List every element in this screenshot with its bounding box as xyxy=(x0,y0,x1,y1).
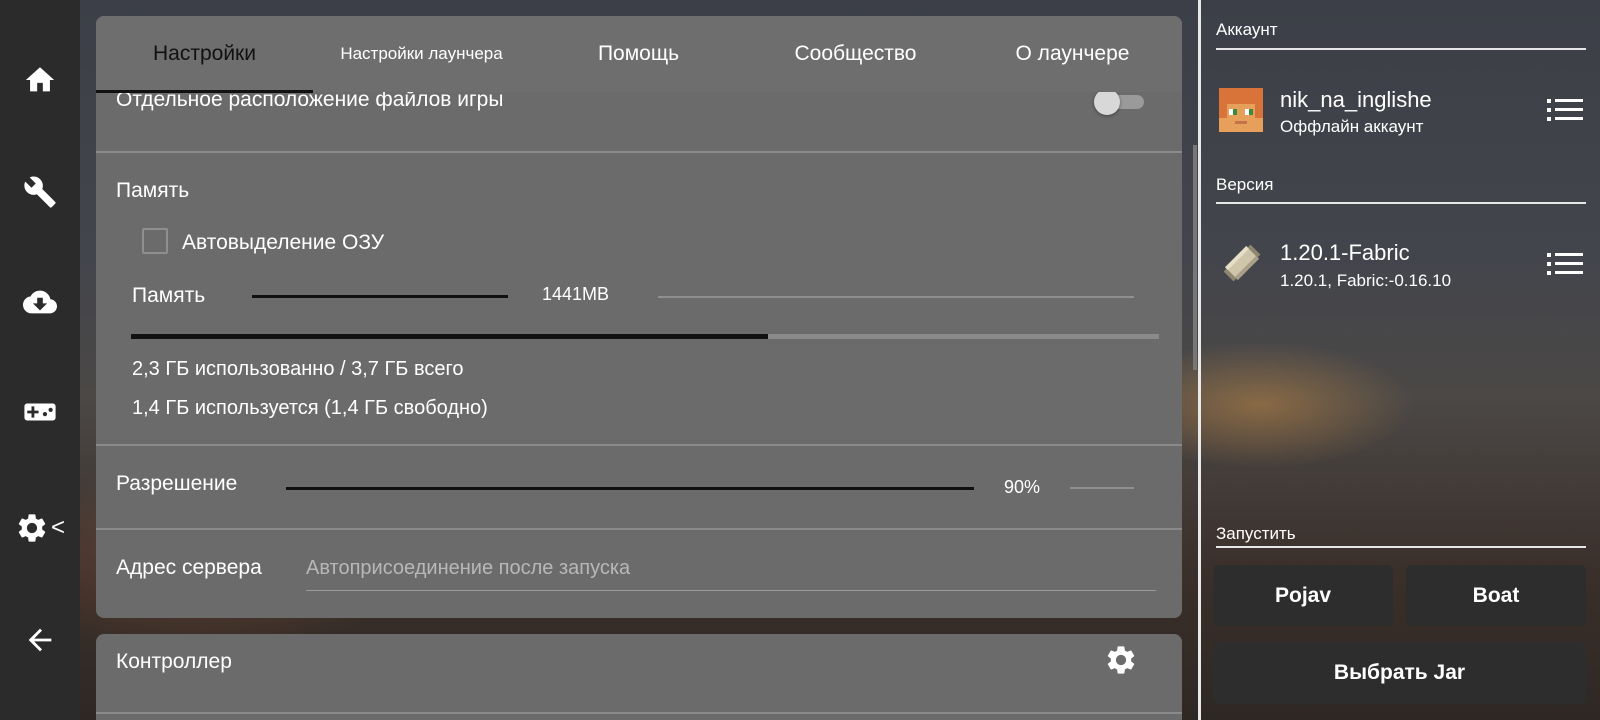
gear-icon xyxy=(1107,646,1135,674)
memory-value: 1441MB xyxy=(542,284,610,304)
active-indicator: < xyxy=(50,514,65,541)
side-nav: < xyxy=(0,0,80,720)
account-avatar xyxy=(1219,88,1263,132)
controller-label: Контроллер xyxy=(116,650,232,673)
select-jar-button[interactable]: Выбрать Jar xyxy=(1213,642,1586,704)
settings-scrollbar[interactable] xyxy=(1193,145,1197,370)
resolution-slider-track[interactable] xyxy=(1070,487,1134,489)
memory-usage-bar xyxy=(131,334,1159,339)
boat-button[interactable]: Boat xyxy=(1406,565,1586,626)
gamepad-icon xyxy=(24,403,56,421)
divider xyxy=(96,151,1182,153)
launch-section-title: Запустить xyxy=(1216,524,1296,543)
paper-icon xyxy=(1223,244,1261,282)
nav-settings-wrench-button[interactable] xyxy=(0,160,80,224)
auto-ram-checkbox[interactable] xyxy=(142,228,168,254)
home-icon xyxy=(25,67,55,92)
version-details: 1.20.1, Fabric:-0.16.10 xyxy=(1280,271,1452,290)
tab-settings[interactable]: Настройки xyxy=(96,16,313,92)
tab-bar: Настройки Настройки лаунчера Помощь Сооб… xyxy=(96,16,1182,92)
active-tab-indicator xyxy=(96,90,313,93)
divider xyxy=(96,712,1182,714)
list-icon xyxy=(1547,253,1583,275)
divider xyxy=(1216,202,1586,204)
server-address-input[interactable]: Автоприсоединение после запуска xyxy=(306,557,630,580)
panel-divider xyxy=(1198,0,1201,720)
controller-card: Контроллер xyxy=(96,634,1182,720)
pojav-button[interactable]: Pojav xyxy=(1213,565,1393,626)
nav-home-button[interactable] xyxy=(0,48,80,112)
divider xyxy=(1216,48,1586,50)
server-input-underline xyxy=(306,590,1156,591)
server-address-label: Адрес сервера xyxy=(116,556,262,579)
gear-icon xyxy=(18,514,46,542)
divider xyxy=(96,528,1182,530)
memory-slider-track[interactable] xyxy=(658,296,1134,298)
account-section-title: Аккаунт xyxy=(1216,20,1278,39)
wrench-icon xyxy=(24,176,56,208)
controller-settings-button[interactable] xyxy=(1104,643,1138,682)
cloud-download-icon xyxy=(23,290,57,314)
version-name[interactable]: 1.20.1-Fabric xyxy=(1280,240,1410,266)
tab-launcher-settings[interactable]: Настройки лаунчера xyxy=(313,16,530,92)
nav-back-button[interactable] xyxy=(0,608,80,672)
divider xyxy=(1216,546,1586,548)
tab-about[interactable]: О лаунчере xyxy=(964,16,1181,92)
back-arrow-icon xyxy=(28,628,52,652)
version-section-title: Версия xyxy=(1216,175,1274,194)
account-type: Оффлайн аккаунт xyxy=(1280,117,1424,136)
memory-label: Память xyxy=(132,284,206,307)
memory-usage-bar-fill xyxy=(131,334,769,339)
tab-community[interactable]: Сообщество xyxy=(747,16,964,92)
resolution-label: Разрешение xyxy=(116,472,238,495)
resolution-slider-filled[interactable] xyxy=(286,487,974,490)
memory-slider-filled[interactable] xyxy=(252,295,508,298)
memory-section-title: Память xyxy=(116,179,190,202)
tab-help[interactable]: Помощь xyxy=(530,16,747,92)
nav-download-button[interactable] xyxy=(0,270,80,334)
resolution-value: 90% xyxy=(1004,477,1041,497)
version-menu-button[interactable] xyxy=(1547,250,1583,278)
toggle-thumb xyxy=(1094,89,1120,115)
nav-game-settings-button[interactable]: < xyxy=(0,496,80,560)
nav-controls-button[interactable] xyxy=(0,380,80,444)
auto-ram-label: Автовыделение ОЗУ xyxy=(182,231,385,254)
account-menu-button[interactable] xyxy=(1547,96,1583,124)
memory-free-text: 1,4 ГБ используется (1,4 ГБ свободно) xyxy=(132,397,488,419)
list-icon xyxy=(1547,99,1583,121)
account-name[interactable]: nik_na_inglishe xyxy=(1280,87,1432,113)
divider xyxy=(96,444,1182,446)
separate-location-toggle[interactable] xyxy=(1094,89,1146,115)
settings-card: Отдельное расположение файлов игры Памят… xyxy=(96,16,1182,618)
memory-used-text: 2,3 ГБ использованно / 3,7 ГБ всего xyxy=(132,358,464,380)
